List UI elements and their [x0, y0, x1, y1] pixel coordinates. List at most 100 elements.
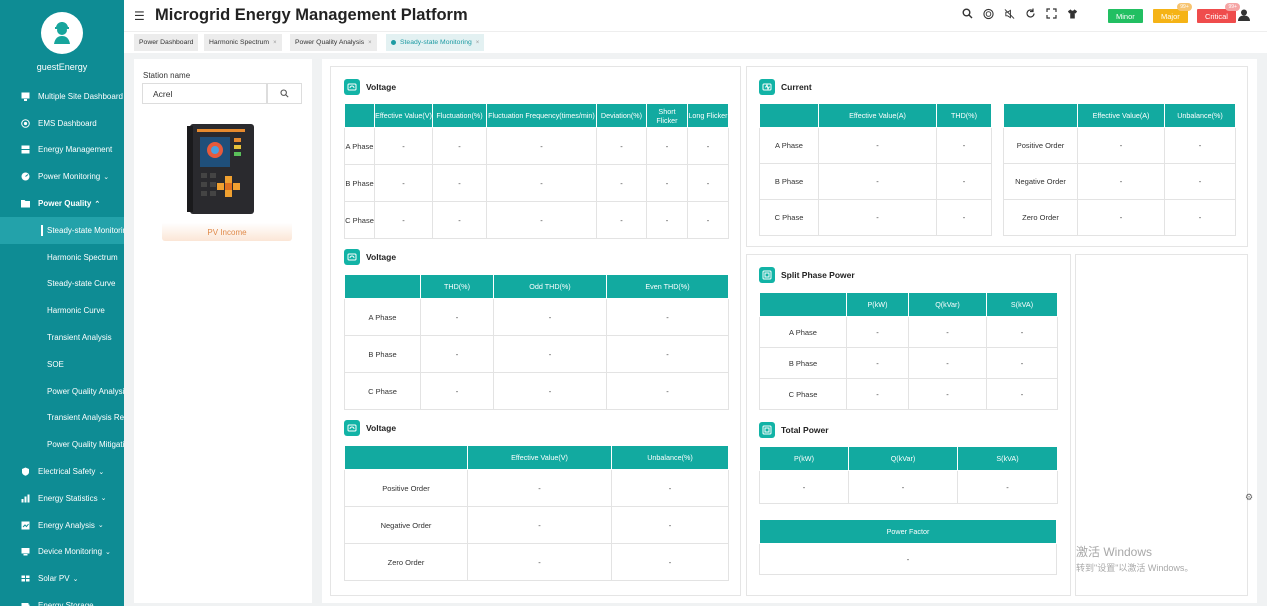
column-header: P(kW) — [846, 292, 909, 317]
section-title: Total Power — [781, 425, 829, 435]
section-split-phase-power: Split Phase Power — [759, 267, 855, 283]
alarm-major-button[interactable]: Major 99+ — [1153, 3, 1192, 23]
table-cell: - — [432, 164, 487, 202]
bar-chart-icon — [20, 493, 30, 503]
column-header: Q(kVar) — [848, 446, 958, 471]
table-cell: - — [986, 347, 1058, 379]
column-header: Fluctuation(%) — [432, 103, 487, 128]
analysis-icon — [20, 520, 30, 530]
sidebar-item-energy-statistics[interactable]: Energy Statistics ⌄ — [0, 485, 124, 512]
tab-harmonic-spectrum[interactable]: Harmonic Spectrum × — [204, 34, 282, 51]
column-header: Long Flicker — [687, 103, 729, 128]
sidebar-item-label: Steady-state Monitoring — [47, 225, 124, 235]
table-row: B Phase - - - - - - — [344, 164, 729, 202]
table-cell: - — [818, 199, 937, 236]
table-cell: - — [818, 127, 937, 164]
column-header: S(kVA) — [986, 292, 1058, 317]
table-row: Zero Order - - — [1003, 199, 1236, 236]
table-cell: - — [596, 201, 647, 239]
sidebar-item-harmonic-curve[interactable]: Harmonic Curve — [0, 297, 124, 324]
table-row: A Phase - - - — [759, 316, 1058, 348]
table-cell: - — [493, 335, 607, 373]
sidebar-item-ems-dashboard[interactable]: EMS Dashboard — [0, 110, 124, 137]
tab-steady-state-monitoring[interactable]: Steady-state Monitoring × — [386, 34, 485, 51]
table-cell: - — [986, 316, 1058, 348]
fullscreen-icon[interactable] — [1046, 8, 1057, 19]
sidebar-item-harmonic-spectrum[interactable]: Harmonic Spectrum — [0, 244, 124, 271]
row-label: B Phase — [344, 164, 375, 202]
column-header: Deviation(%) — [596, 103, 647, 128]
table-cell: - — [818, 163, 937, 200]
refresh-icon[interactable] — [1025, 8, 1036, 19]
avatar[interactable] — [41, 12, 83, 54]
username: guestEnergy — [36, 62, 88, 72]
table-cell: - — [957, 470, 1058, 504]
table-cell: - — [687, 127, 729, 165]
sidebar-item-transient-analysis[interactable]: Transient Analysis — [0, 324, 124, 351]
table-cell: - — [848, 470, 958, 504]
table-cell: - — [611, 506, 729, 544]
sidebar-item-power-quality-analysis[interactable]: Power Quality Analysis — [0, 378, 124, 405]
user-profile-icon[interactable] — [1238, 8, 1250, 26]
table-cell: - — [432, 201, 487, 239]
sidebar-item-energy-storage[interactable]: Energy Storage⌄ — [0, 592, 124, 606]
close-icon[interactable]: × — [273, 40, 277, 46]
sidebar-item-solar-pv[interactable]: Solar PV ⌄ — [0, 565, 124, 592]
sidebar-item-soe[interactable]: SOE — [0, 351, 124, 378]
table-cell: - — [986, 378, 1058, 410]
sidebar-item-transient-analysis-report[interactable]: Transient Analysis Report — [0, 405, 124, 432]
sidebar-item-label: Multiple Site Dashboard — [38, 91, 123, 101]
sidebar-item-energy-management[interactable]: Energy Management — [0, 137, 124, 164]
column-header: Short Flicker — [646, 103, 688, 128]
table-cell: - — [936, 199, 992, 236]
power-meter-device-image — [187, 124, 254, 214]
power-factor-value: - — [759, 543, 1057, 575]
alarm-critical-button[interactable]: Critical 99+ — [1197, 3, 1240, 23]
table-cell: - — [374, 164, 433, 202]
close-icon[interactable]: × — [368, 40, 372, 46]
device-card[interactable]: PV Income — [162, 119, 292, 241]
windows-activation-watermark: 激活 Windows — [1076, 545, 1153, 559]
voltage-effective-table: Effective Value(V) Fluctuation(%) Fluctuat… — [344, 103, 729, 239]
column-header — [1003, 103, 1078, 128]
tab-label: Power Quality Analysis — [295, 39, 365, 46]
voltage-gauge-icon — [344, 79, 360, 95]
chevron-icon: ⌄ — [72, 575, 79, 583]
sidebar-item-power-monitoring[interactable]: Power Monitoring ⌄ — [0, 163, 124, 190]
alarm-minor-label: Minor — [1116, 11, 1135, 21]
theme-shirt-icon[interactable] — [1067, 8, 1078, 19]
hamburger-menu-icon[interactable]: ☰ — [134, 9, 145, 23]
table-cell: - — [420, 335, 494, 373]
row-label: A Phase — [759, 316, 847, 348]
search-icon[interactable] — [962, 8, 973, 19]
section-title: Voltage — [366, 82, 397, 92]
sidebar-item-steady-state-curve[interactable]: Steady-state Curve — [0, 271, 124, 298]
station-name-input[interactable]: Acrel — [142, 83, 267, 104]
sidebar-item-steady-state-monitoring[interactable]: Steady-state Monitoring — [0, 216, 124, 244]
tab-power-quality-analysis[interactable]: Power Quality Analysis × — [290, 34, 377, 51]
sidebar-item-device-monitoring[interactable]: Device Monitoring ⌄ — [0, 539, 124, 566]
station-search-button[interactable] — [267, 83, 302, 104]
current-icon — [759, 79, 775, 95]
sliders-settings-icon[interactable]: ⚙ — [1245, 492, 1253, 503]
close-icon[interactable]: × — [476, 40, 480, 46]
alarm-minor-button[interactable]: Minor — [1108, 9, 1143, 23]
sidebar-item-power-quality-mitigation[interactable]: Power Quality Mitigation — [0, 431, 124, 458]
table-row: B Phase - - - — [759, 347, 1058, 379]
sidebar-item-multiple-site-dashboard[interactable]: Multiple Site Dashboard — [0, 83, 124, 110]
target-icon — [20, 118, 30, 128]
sidebar-item-electrical-safety[interactable]: Electrical Safety ⌄ — [0, 458, 124, 485]
help-circle-icon[interactable] — [983, 8, 994, 19]
row-label: C Phase — [759, 199, 819, 236]
section-title: Split Phase Power — [781, 270, 855, 280]
sidebar-item-label: Energy Analysis — [38, 520, 95, 530]
row-label: B Phase — [759, 163, 819, 200]
sidebar-item-energy-analysis[interactable]: Energy Analysis ⌄ — [0, 512, 124, 539]
column-header: Fluctuation Frequency(times/min) — [486, 103, 597, 128]
table-row: C Phase - - - — [344, 372, 729, 410]
tab-power-dashboard[interactable]: Power Dashboard — [134, 34, 199, 51]
mute-icon[interactable] — [1004, 8, 1015, 19]
chevron-icon: ⌃ — [94, 200, 101, 208]
table-cell: - — [467, 506, 612, 544]
sidebar-item-power-quality[interactable]: Power Quality ⌃ — [0, 190, 124, 217]
